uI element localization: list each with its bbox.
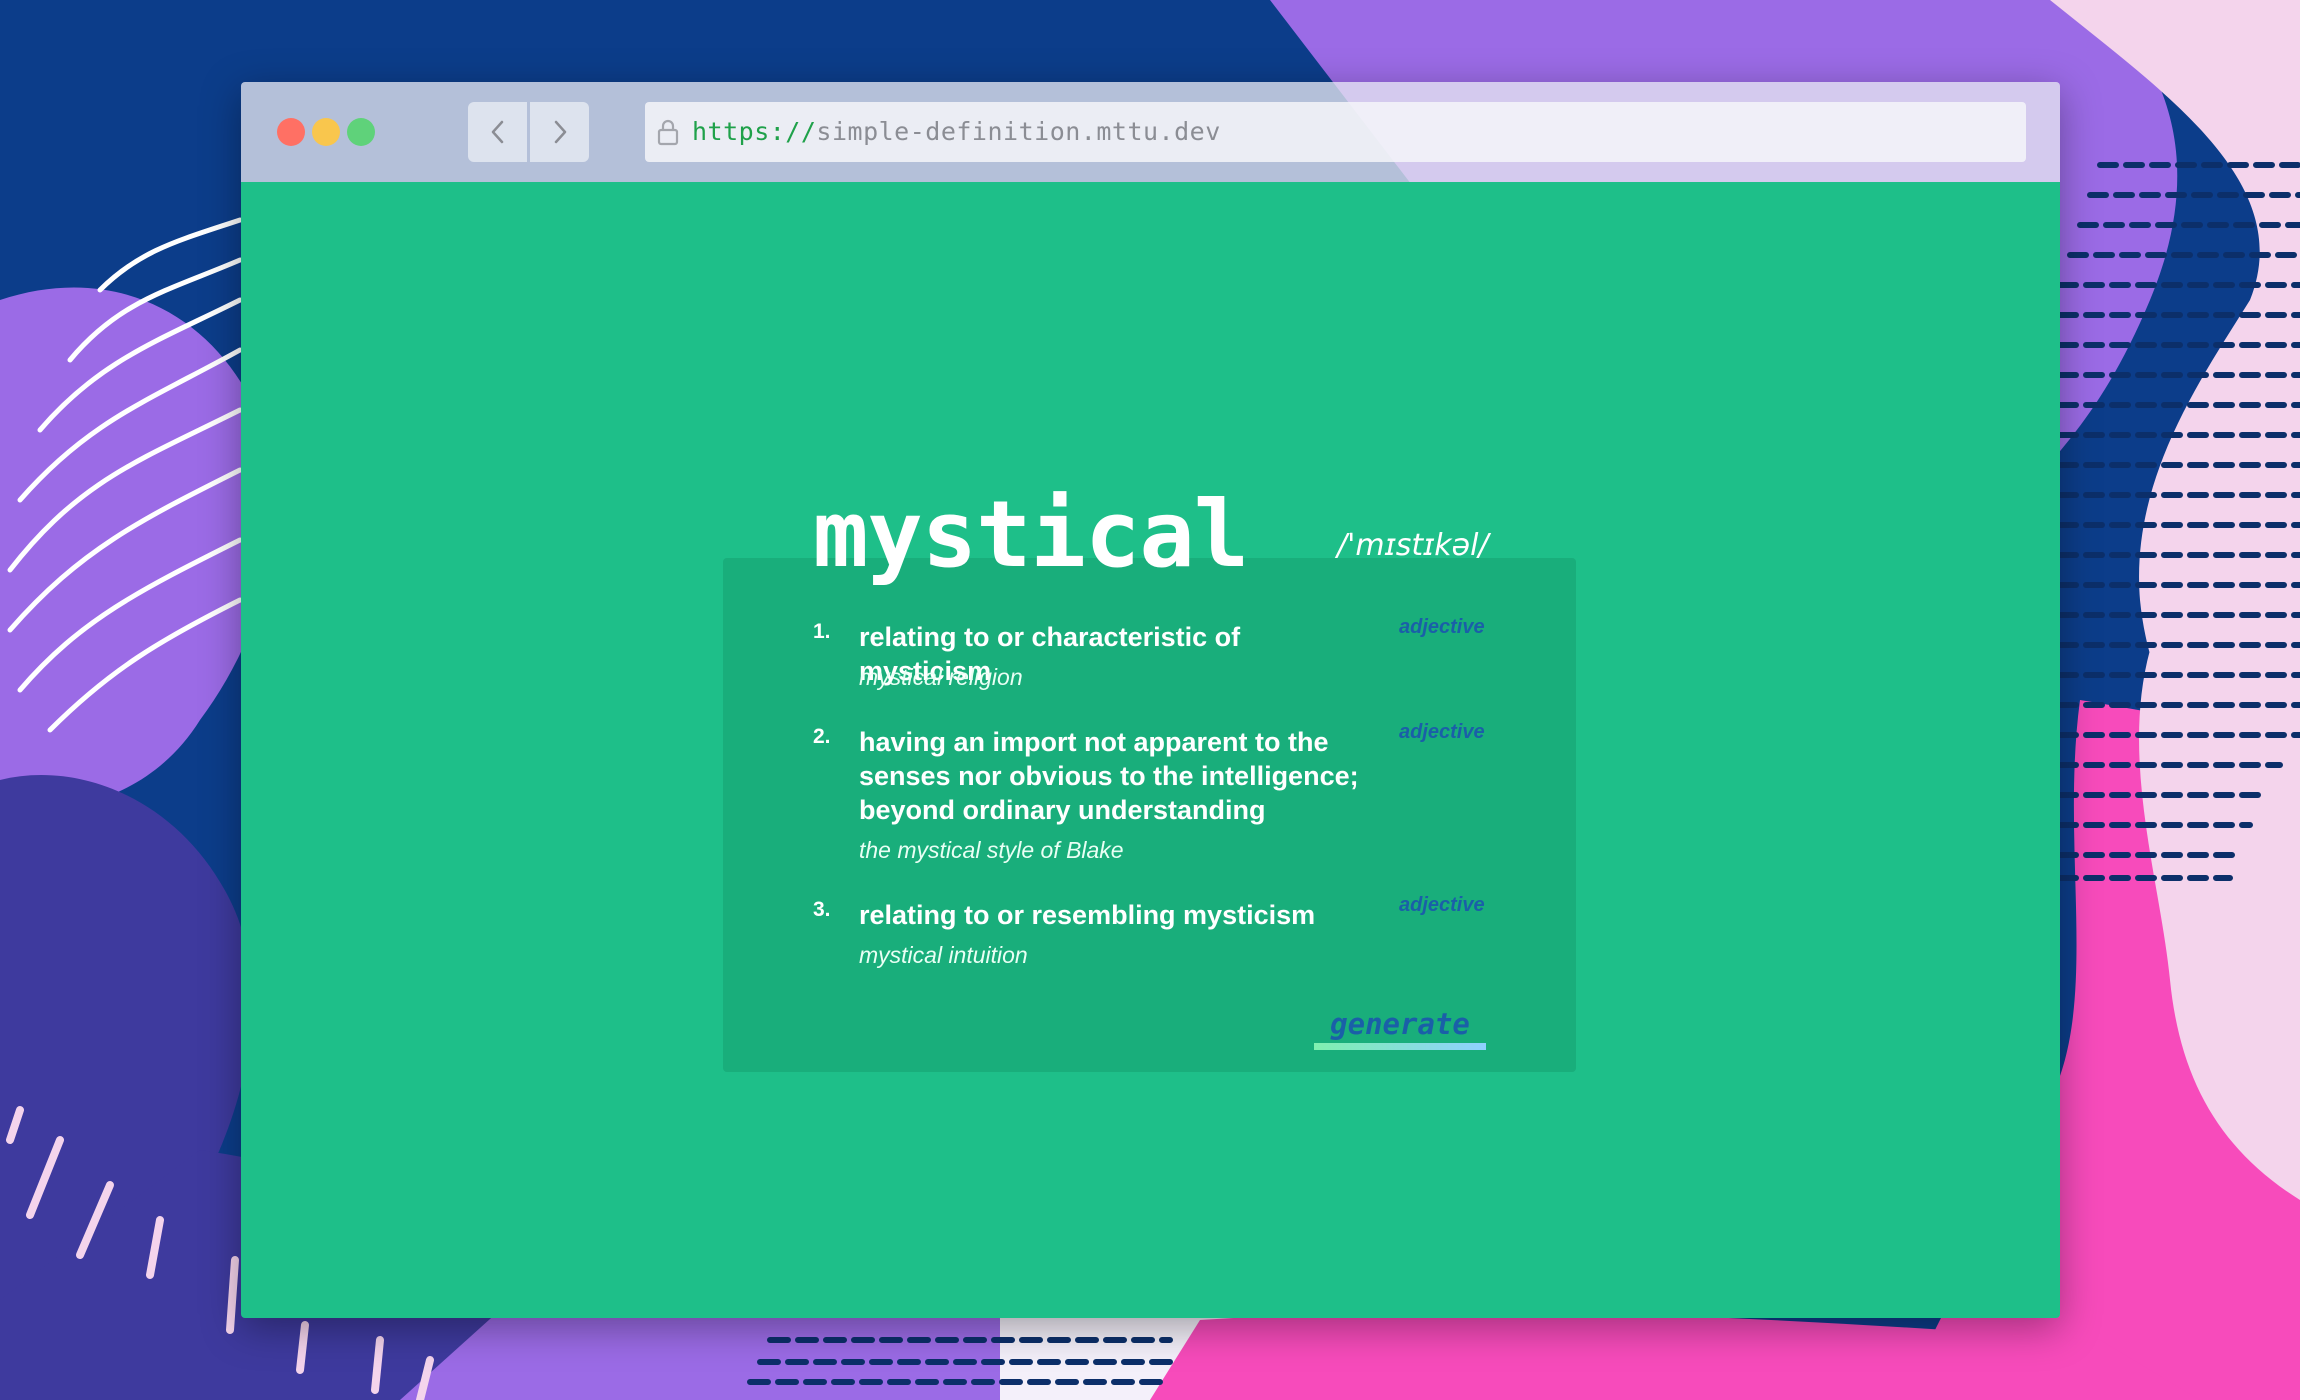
phonetic-transcription: /'mɪstɪkəl/ [1337, 528, 1489, 563]
part-of-speech: adjective [1399, 894, 1485, 916]
generate-underline [1314, 1043, 1486, 1050]
url-host: simple-definition.mttu.dev [816, 117, 1221, 146]
definition-number: 2. [813, 725, 831, 748]
definition-text: relating to or resembling mysticism [859, 900, 1316, 930]
browser-toolbar: https://simple-definition.mttu.dev [241, 82, 2060, 182]
part-of-speech: adjective [1399, 616, 1485, 638]
page-content: mystical /'mɪstɪkəl/ 1. relating to or c… [241, 182, 2060, 1318]
definition-example: mystical intuition [859, 942, 1028, 968]
minimize-window-button[interactable] [312, 118, 340, 146]
chevron-right-icon [554, 120, 566, 144]
forward-button[interactable] [530, 102, 589, 162]
generate-button[interactable]: generate [1314, 1004, 1486, 1052]
url-text: https://simple-definition.mttu.dev [692, 116, 1221, 148]
close-window-button[interactable] [277, 118, 305, 146]
definition-text: having an import not apparent to the sen… [859, 727, 1359, 825]
browser-window: https://simple-definition.mttu.dev mysti… [241, 82, 2060, 1318]
maximize-window-button[interactable] [347, 118, 375, 146]
chevron-left-icon [491, 120, 503, 144]
definition-example: mystical religion [859, 664, 1023, 690]
lock-icon [657, 119, 679, 146]
definition-example: the mystical style of Blake [859, 837, 1124, 863]
back-button[interactable] [468, 102, 527, 162]
url-scheme: https:// [692, 117, 817, 146]
part-of-speech: adjective [1399, 721, 1485, 743]
definition-number: 1. [813, 620, 831, 643]
generate-label: generate [1330, 1007, 1470, 1041]
word-title: mystical [813, 481, 1249, 588]
definition-number: 3. [813, 898, 831, 921]
address-bar[interactable]: https://simple-definition.mttu.dev [645, 102, 2026, 162]
